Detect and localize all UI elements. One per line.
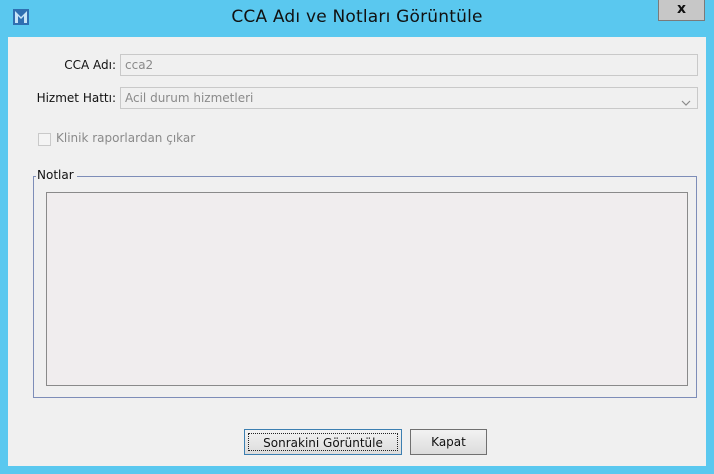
close-button[interactable]: Kapat: [410, 429, 487, 455]
chevron-down-icon: [681, 94, 691, 106]
cca-name-label: CCA Adı:: [64, 58, 116, 72]
dialog-window: CCA Adı ve Notları Görüntüle x CCA Adı: …: [0, 0, 714, 474]
notes-group-title: Notlar: [36, 168, 77, 182]
service-line-value: Acil durum hizmetleri: [125, 91, 254, 105]
cca-name-field[interactable]: cca2: [120, 54, 698, 76]
close-window-button[interactable]: x: [658, 0, 705, 21]
dialog-body: CCA Adı: cca2 Hizmet Hattı: Acil durum h…: [8, 37, 706, 466]
cca-name-value: cca2: [125, 58, 154, 72]
exclude-clinical-reports-label: Klinik raporlardan çıkar: [56, 131, 196, 145]
window-title: CCA Adı ve Notları Görüntüle: [231, 7, 483, 27]
exclude-clinical-reports-checkbox[interactable]: [38, 133, 51, 146]
service-line-select[interactable]: Acil durum hizmetleri: [120, 87, 698, 109]
view-next-label: Sonrakini Görüntüle: [248, 433, 398, 451]
notes-textarea[interactable]: [46, 192, 688, 386]
view-next-button[interactable]: Sonrakini Görüntüle: [244, 429, 402, 455]
title-bar[interactable]: CCA Adı ve Notları Görüntüle x: [0, 0, 714, 37]
service-line-label: Hizmet Hattı:: [36, 91, 116, 105]
close-icon: x: [676, 1, 687, 17]
window-bottom-border: [0, 466, 714, 474]
